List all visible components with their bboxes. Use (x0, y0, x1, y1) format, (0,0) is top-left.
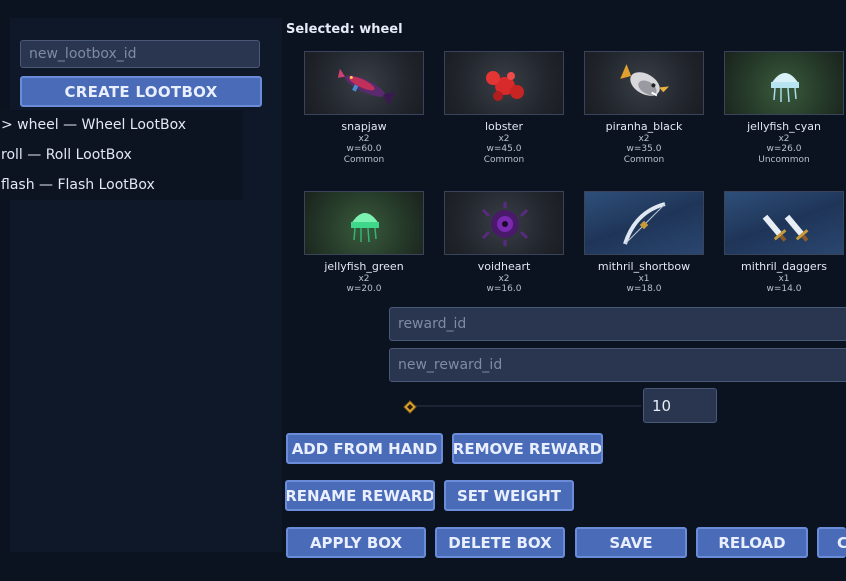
lootbox-list: > wheel — Wheel LootBox roll — Roll Loot… (0, 110, 243, 200)
add-from-hand-button[interactable]: ADD FROM HAND (286, 433, 443, 464)
set-weight-button[interactable]: SET WEIGHT (444, 480, 574, 511)
reward-quantity: x2 (358, 274, 370, 284)
reward-name: piranha_black (605, 120, 683, 133)
reward-id-input[interactable] (389, 307, 846, 341)
new-reward-id-input[interactable] (389, 348, 846, 382)
reward-weight: w=35.0 (626, 144, 662, 154)
reward-quantity: x2 (498, 274, 510, 284)
reward-name: mithril_shortbow (597, 260, 691, 273)
reward-weight: w=20.0 (346, 284, 382, 294)
reward-name: jellyfish_green (324, 260, 404, 273)
reward-quantity: x2 (358, 134, 370, 144)
shortbow-icon (584, 191, 704, 255)
weight-slider[interactable] (405, 405, 641, 407)
daggers-icon (724, 191, 844, 255)
reward-name: jellyfish_cyan (747, 120, 821, 133)
reload-button[interactable]: RELOAD (696, 527, 808, 558)
reward-name: voidheart (477, 260, 531, 273)
reward-card[interactable]: jellyfish_cyan x2 w=26.0 Uncommon (718, 44, 846, 165)
cut-off-button[interactable]: C (817, 527, 846, 558)
reward-card[interactable]: voidheart x2 w=16.0 (438, 184, 570, 300)
reward-weight: w=26.0 (766, 144, 802, 154)
reward-name: mithril_daggers (741, 260, 827, 273)
save-button[interactable]: SAVE (575, 527, 687, 558)
lobster-icon (444, 51, 564, 115)
reward-card[interactable]: snapjaw x2 w=60.0 Common (298, 44, 430, 165)
reward-quantity: x1 (638, 274, 650, 284)
reward-card[interactable]: piranha_black x2 w=35.0 Common (578, 44, 710, 165)
selected-lootbox-label: Selected: wheel (286, 22, 403, 37)
lootbox-item-roll[interactable]: roll — Roll LootBox (0, 140, 243, 170)
reward-name: lobster (484, 120, 524, 133)
weight-value-input[interactable] (643, 388, 717, 423)
new-lootbox-id-input[interactable] (20, 40, 260, 68)
delete-box-button[interactable]: DELETE BOX (435, 527, 565, 558)
slider-handle-icon[interactable] (403, 399, 417, 414)
rename-reward-button[interactable]: RENAME REWARD (285, 480, 435, 511)
reward-weight: w=45.0 (486, 144, 522, 154)
reward-card[interactable]: lobster x2 w=45.0 Common (438, 44, 570, 165)
jellyfish-green-icon (304, 191, 424, 255)
reward-weight: w=14.0 (766, 284, 802, 294)
reward-weight: w=16.0 (486, 284, 522, 294)
reward-quantity: x2 (778, 134, 790, 144)
reward-card[interactable]: jellyfish_green x2 w=20.0 (298, 184, 430, 300)
reward-quantity: x2 (498, 134, 510, 144)
apply-box-button[interactable]: APPLY BOX (286, 527, 426, 558)
reward-quantity: x2 (638, 134, 650, 144)
create-lootbox-button[interactable]: CREATE LOOTBOX (20, 76, 262, 107)
reward-weight: w=18.0 (626, 284, 662, 294)
snapjaw-fish-icon (304, 51, 424, 115)
reward-rarity: Common (483, 155, 525, 165)
reward-rarity: Common (623, 155, 665, 165)
remove-reward-button[interactable]: REMOVE REWARD (452, 433, 603, 464)
reward-name: snapjaw (341, 120, 387, 133)
piranha-icon (584, 51, 704, 115)
reward-card[interactable]: mithril_daggers x1 w=14.0 (718, 184, 846, 300)
reward-rarity: Common (343, 155, 385, 165)
lootbox-item-wheel[interactable]: > wheel — Wheel LootBox (0, 110, 243, 140)
jellyfish-cyan-icon (724, 51, 844, 115)
voidheart-icon (444, 191, 564, 255)
lootbox-item-flash[interactable]: flash — Flash LootBox (0, 170, 243, 200)
reward-card[interactable]: mithril_shortbow x1 w=18.0 (578, 184, 710, 300)
reward-rarity: Uncommon (758, 155, 810, 165)
reward-quantity: x1 (778, 274, 790, 284)
reward-weight: w=60.0 (346, 144, 382, 154)
